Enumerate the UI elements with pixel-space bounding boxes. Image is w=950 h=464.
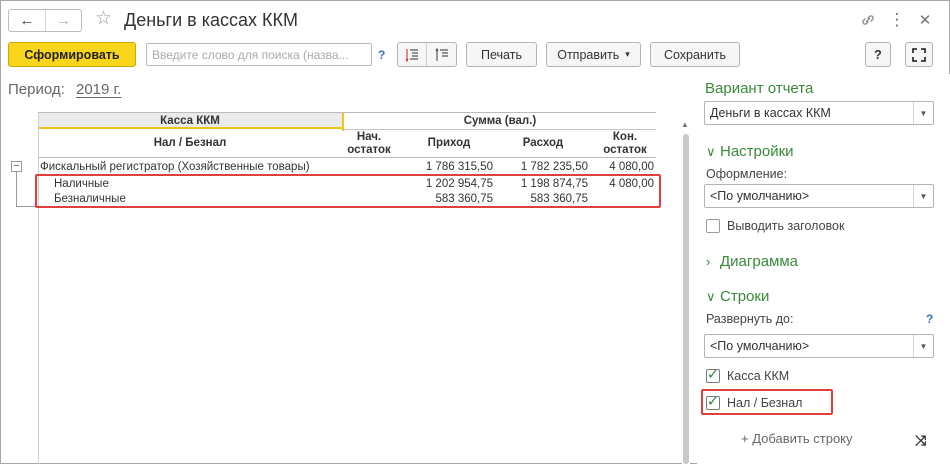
chevron-right-icon: › [706, 254, 711, 269]
variant-title: Вариант отчета [705, 80, 814, 97]
group-header-label: Касса ККМ [160, 115, 220, 127]
checkbox-empty-icon [706, 219, 720, 233]
checkmark-icon: ✓ [706, 365, 720, 383]
period-label: Период: [8, 81, 65, 98]
expand-collapse-group [397, 42, 457, 67]
save-button[interactable]: Сохранить [650, 42, 740, 67]
navigation-group: ← → [8, 9, 82, 32]
highlight-box-checkbox [701, 389, 833, 415]
settings-section-toggle[interactable]: ∨ Настройки [706, 143, 794, 160]
send-button[interactable]: Отправить ▾ [546, 42, 641, 67]
collapse-toggle-icon[interactable]: − [11, 161, 22, 172]
chevron-down-icon: ▾ [625, 49, 630, 59]
show-header-checkbox[interactable]: Выводить заголовок [706, 219, 844, 233]
generate-button[interactable]: Сформировать [8, 42, 136, 67]
chevron-down-icon[interactable]: ▼ [913, 102, 933, 124]
search-help-icon[interactable]: ? [378, 48, 385, 62]
expand-help-icon[interactable]: ? [926, 312, 933, 326]
link-icon-svg [862, 15, 874, 25]
window-title: Деньги в кассах ККМ [124, 10, 298, 30]
rows-title: Строки [720, 288, 770, 305]
settings-title: Настройки [720, 143, 794, 160]
col-income-header: Приход [427, 137, 471, 149]
chart-section-toggle[interactable]: › Диаграмма [706, 253, 798, 270]
forward-arrow-icon: → [56, 12, 71, 29]
design-label: Оформление: [706, 167, 788, 181]
variant-value: Деньги в кассах ККМ [710, 106, 831, 120]
search-input[interactable]: Введите слово для поиска (назва... [146, 43, 372, 66]
scrollbar-thumb[interactable] [683, 134, 689, 464]
col-expense-header: Расход [522, 137, 564, 149]
help-button[interactable]: ? [865, 42, 891, 67]
favorite-star-icon[interactable]: ☆ [95, 7, 112, 31]
design-select[interactable]: <По умолчанию> ▼ [704, 184, 934, 208]
variant-select[interactable]: Деньги в кассах ККМ ▼ [704, 101, 934, 125]
back-button[interactable]: ← [9, 10, 45, 31]
fullscreen-icon [912, 47, 926, 62]
fullscreen-button[interactable] [905, 42, 933, 67]
more-menu-icon[interactable]: ⋮ [886, 9, 908, 31]
tree-branch [16, 206, 36, 207]
send-label: Отправить [557, 47, 620, 62]
col-start-line2: остаток [347, 144, 391, 156]
row-income: 1 786 315,50 [425, 161, 493, 173]
highlight-box-rows [35, 174, 661, 208]
close-icon[interactable]: ✕ [914, 9, 936, 31]
chevron-down-icon: ∨ [706, 289, 716, 304]
back-arrow-icon: ← [19, 12, 35, 29]
collapse-all-icon[interactable] [427, 43, 456, 66]
row-name: Фискальный регистратор (Хозяйственные то… [40, 161, 310, 173]
add-row-button[interactable]: + Добавить строку [741, 431, 853, 446]
header-bottom-rule [38, 157, 656, 158]
show-header-label: Выводить заголовок [727, 219, 845, 233]
link-icon[interactable] [857, 9, 879, 31]
expand-select[interactable]: <По умолчанию> ▼ [704, 334, 934, 358]
expand-label: Развернуть до: [706, 312, 794, 326]
rows-section-toggle[interactable]: ∨ Строки [706, 288, 769, 305]
chart-title: Диаграмма [720, 253, 799, 270]
tree-line [16, 172, 17, 206]
row-item-checkbox[interactable]: ✓ Касса ККМ [706, 365, 790, 383]
forward-button[interactable]: → [45, 10, 81, 31]
period-value-link[interactable]: 2019 г. [76, 81, 121, 98]
grid-left-line [38, 113, 39, 464]
collapse-all-svg [434, 47, 448, 61]
subgroup-header-label: Нал / Безнал [153, 137, 227, 149]
row-expense: 1 782 235,50 [520, 161, 588, 173]
row-end-balance: 4 080,00 [609, 161, 654, 173]
chevron-down-icon[interactable]: ▼ [913, 185, 933, 207]
chevron-down-icon: ∨ [706, 144, 716, 159]
expand-all-svg [405, 48, 418, 62]
print-button[interactable]: Печать [466, 42, 537, 67]
expand-value: <По умолчанию> [710, 339, 810, 353]
sum-header-label: Сумма (вал.) [463, 115, 537, 127]
col-end-line1: Кон. [612, 131, 638, 143]
col-end-line2: остаток [603, 144, 647, 156]
scroll-up-icon[interactable]: ▲ [681, 120, 689, 129]
design-value: <По умолчанию> [710, 189, 810, 203]
expand-all-icon[interactable] [398, 43, 427, 66]
chevron-down-icon[interactable]: ▼ [913, 335, 933, 357]
shuffle-icon[interactable]: ⤨ [915, 432, 926, 449]
row-item-label: Касса ККМ [727, 369, 790, 383]
col-start-line1: Нач. [356, 131, 382, 143]
